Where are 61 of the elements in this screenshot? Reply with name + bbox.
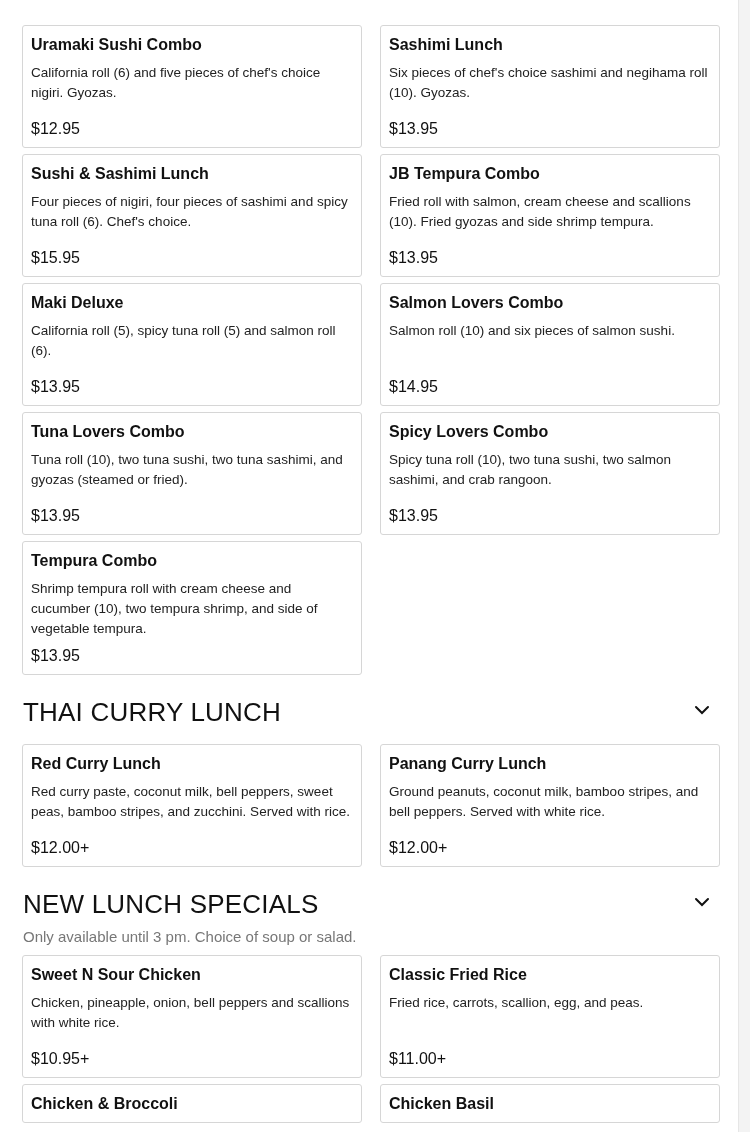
item-name: Spicy Lovers Combo bbox=[389, 423, 550, 441]
item-description: Four pieces of nigiri, four pieces of sashimi and spicy tuna roll (6). Chef's choice. bbox=[31, 193, 349, 231]
menu-item-card[interactable]: Chicken Basil bbox=[380, 1084, 720, 1123]
item-description: California roll (6) and five pieces of chef's choice nigiri. Gyozas. bbox=[31, 64, 322, 102]
item-name: Sweet N Sour Chicken bbox=[31, 966, 202, 984]
item-name: Tempura Combo bbox=[31, 552, 158, 570]
menu-item-card[interactable]: Uramaki Sushi Combo California roll (6) and five pieces of chef's choice nigiri. Gyozas. $12.95 bbox=[22, 25, 362, 148]
menu-item-card[interactable]: Maki Deluxe California roll (5), spicy tuna roll (5) and salmon roll (6). $13.95 bbox=[22, 283, 362, 406]
item-description: Red curry paste, coconut milk, bell peppers, sweet peas, bamboo stripes, and zucchini. Served with rice. bbox=[31, 783, 351, 821]
item-name: Chicken Basil bbox=[389, 1095, 495, 1113]
item-name: Classic Fried Rice bbox=[389, 966, 528, 984]
item-price: $13.95 bbox=[389, 248, 439, 267]
item-description: Six pieces of chef's choice sashimi and negihama roll (10). Gyozas. bbox=[389, 64, 709, 102]
item-name: JB Tempura Combo bbox=[389, 165, 541, 183]
section-title: THAI CURRY LUNCH bbox=[23, 697, 281, 728]
item-description: Ground peanuts, coconut milk, bamboo stripes, and bell peppers. Served with white rice. bbox=[389, 783, 700, 821]
item-description: Fried roll with salmon, cream cheese and scallions (10). Fried gyozas and side shrimp tempura. bbox=[389, 193, 692, 231]
chevron-icon[interactable] bbox=[694, 704, 710, 715]
section-note: Only available until 3 pm. Choice of soup or salad. bbox=[22, 928, 358, 945]
menu-item-card[interactable]: Sushi & Sashimi Lunch Four pieces of nigiri, four pieces of sashimi and spicy tuna roll (6). Chef's choice. $15.95 bbox=[22, 154, 362, 277]
menu-item-card[interactable]: Chicken & Broccoli bbox=[22, 1084, 362, 1123]
menu-item-card[interactable]: Spicy Lovers Combo Spicy tuna roll (10), two tuna sushi, two salmon sashimi, and crab rangoon. $13.95 bbox=[380, 412, 720, 535]
item-price: $14.95 bbox=[389, 377, 439, 396]
item-price: $12.00+ bbox=[389, 838, 449, 857]
menu-item-card[interactable]: Red Curry Lunch Red curry paste, coconut milk, bell peppers, sweet peas, bamboo stripes, and zucchini. Served with rice. $12.00+ bbox=[22, 744, 362, 867]
item-description: Chicken, pineapple, onion, bell peppers and scallions with white rice. bbox=[31, 994, 351, 1032]
menu-item-card[interactable]: JB Tempura Combo Fried roll with salmon, cream cheese and scallions (10). Fried gyozas and side shrimp tempura. $13.95 bbox=[380, 154, 720, 277]
item-price: $13.95 bbox=[389, 119, 439, 138]
menu-item-card[interactable]: Sweet N Sour Chicken Chicken, pineapple, onion, bell peppers and scallions with white rice. $10.95+ bbox=[22, 955, 362, 1078]
section-title: NEW LUNCH SPECIALS bbox=[23, 889, 319, 920]
item-description: California roll (5), spicy tuna roll (5) and salmon roll (6). bbox=[31, 322, 337, 360]
item-price: $12.00+ bbox=[31, 838, 91, 857]
item-description: Salmon roll (10) and six pieces of salmon sushi. bbox=[389, 322, 676, 340]
menu-item-card[interactable]: Classic Fried Rice Fried rice, carrots, scallion, egg, and peas. $11.00+ bbox=[380, 955, 720, 1078]
item-name: Tuna Lovers Combo bbox=[31, 423, 186, 441]
item-price: $13.95 bbox=[31, 377, 81, 396]
item-description: Shrimp tempura roll with cream cheese and cucumber (10), two tempura shrimp, and side of vegetable tempura. bbox=[31, 580, 319, 638]
item-name: Sushi & Sashimi Lunch bbox=[31, 165, 210, 183]
item-name: Sashimi Lunch bbox=[389, 36, 504, 54]
item-price: $13.95 bbox=[31, 506, 81, 525]
menu-item-card[interactable]: Salmon Lovers Combo Salmon roll (10) and six pieces of salmon sushi. $14.95 bbox=[380, 283, 720, 406]
item-name: Salmon Lovers Combo bbox=[389, 294, 565, 312]
menu-item-card[interactable]: Tempura Combo Shrimp tempura roll with cream cheese and cucumber (10), two tempura shrimp, and side of vegetable tempura. $13.95 bbox=[22, 541, 362, 675]
item-name: Red Curry Lunch bbox=[31, 755, 162, 773]
menu-item-card[interactable]: Tuna Lovers Combo Tuna roll (10), two tuna sushi, two tuna sashimi, and gyozas (steamed or fried). $13.95 bbox=[22, 412, 362, 535]
menu-item-card[interactable]: Sashimi Lunch Six pieces of chef's choice sashimi and negihama roll (10). Gyozas. $13.95 bbox=[380, 25, 720, 148]
item-description: Fried rice, carrots, scallion, egg, and peas. bbox=[389, 994, 645, 1012]
item-name: Maki Deluxe bbox=[31, 294, 125, 312]
menu-item-card[interactable]: Panang Curry Lunch Ground peanuts, coconut milk, bamboo stripes, and bell peppers. Served with white rice. $12.00+ bbox=[380, 744, 720, 867]
item-name: Panang Curry Lunch bbox=[389, 755, 548, 773]
item-price: $15.95 bbox=[31, 248, 81, 267]
item-price: $13.95 bbox=[389, 506, 439, 525]
chevron-icon[interactable] bbox=[694, 896, 710, 907]
item-price: $11.00+ bbox=[389, 1049, 448, 1068]
item-description: Spicy tuna roll (10), two tuna sushi, two salmon sashimi, and crab rangoon. bbox=[389, 451, 673, 489]
item-price: $13.95 bbox=[31, 646, 81, 665]
item-name: Chicken & Broccoli bbox=[31, 1095, 179, 1113]
item-description: Tuna roll (10), two tuna sushi, two tuna sashimi, and gyozas (steamed or fried). bbox=[31, 451, 344, 489]
item-price: $12.95 bbox=[31, 119, 81, 138]
item-name: Uramaki Sushi Combo bbox=[31, 36, 203, 54]
item-price: $10.95+ bbox=[31, 1049, 91, 1068]
